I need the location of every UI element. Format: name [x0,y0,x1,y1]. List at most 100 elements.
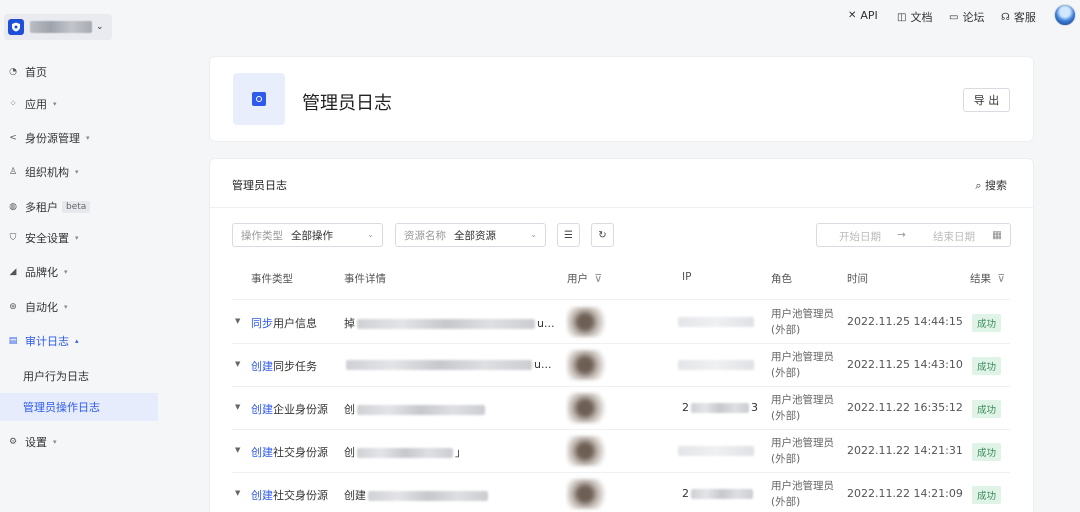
ip-text: 2 [682,401,689,414]
event-type: 同步用户信息 [251,315,317,331]
event-detail-text: u... [537,317,555,330]
event-type: 创建同步任务 [251,358,317,374]
user-avatar[interactable] [1054,4,1076,26]
table-row[interactable]: ▼ 创建企业身份源 创 23 用户池管理员 (外部) 2022.11.22 16:… [210,387,1035,430]
event-verb-link[interactable]: 同步 [251,317,273,330]
event-type: 创建社交身份源 [251,444,328,460]
apps-icon: ⁘ [9,99,17,109]
export-button[interactable]: 导 出 [963,88,1010,112]
user-avatar-redacted[interactable] [567,350,607,380]
table-row[interactable]: ▼ 同步用户信息 掉 u... 用户池管理员 (外部) 2022.11.25 14:… [210,301,1035,344]
sidebar-item-automation[interactable]: ⊛ 自动化 ▾ [0,293,158,321]
headset-icon: ☊ [1001,11,1010,23]
start-date-input[interactable]: 开始日期 [839,229,881,244]
refresh-icon: ↻ [598,229,607,241]
role-line: (外部) [771,367,801,379]
event-detail-text: u... [534,358,552,371]
expand-row-icon[interactable]: ▼ [235,317,240,325]
sidebar-item-label: 安全设置 [25,232,69,245]
role-line: 用户池管理员 [771,308,834,320]
event-time: 2022.11.22 14:21:09 [847,487,963,500]
sidebar-item-settings[interactable]: ⚙ 设置 ▾ [0,428,158,456]
page-title: 管理员日志 [302,93,392,114]
chevron-down-icon: ⌄ [96,22,104,32]
end-date-input[interactable]: 结束日期 [933,229,975,244]
support-link[interactable]: ☊ 客服 [1001,9,1036,25]
event-type: 创建企业身份源 [251,401,328,417]
sidebar-item-apps[interactable]: ⁘ 应用 ▾ [0,90,158,118]
sidebar-subitem-label: 用户行为日志 [23,370,89,383]
date-range-picker[interactable]: 开始日期 → 结束日期 ▦ [816,223,1011,247]
tenant-switcher[interactable]: ⌄ [4,14,112,40]
table-row[interactable]: ▼ 创建社交身份源 创建 2 用户池管理员 (外部) 2022.11.22 14:… [210,473,1035,512]
event-detail-text: 」 [455,446,466,459]
event-detail: 创 [344,401,487,417]
status-badge: 成功 [972,443,1002,461]
sidebar-item-label: 首页 [25,66,47,79]
sidebar-item-branding[interactable]: ◢ 品牌化 ▾ [0,258,158,286]
event-detail-text: 创 [344,446,355,459]
redacted-text [691,489,753,499]
filter-icon[interactable]: ⊽ [594,273,602,285]
expand-row-icon[interactable]: ▼ [235,489,240,497]
resource-name-select[interactable]: 资源名称 全部资源 ⌄ [395,223,546,247]
sidebar-item-organization[interactable]: ♙ 组织机构 ▾ [0,158,158,186]
redacted-text [691,403,749,413]
column-header-event-type: 事件类型 [251,273,293,285]
gear-icon: ⚙ [8,437,18,447]
expand-row-icon[interactable]: ▼ [235,446,240,454]
sidebar-item-identity-sources[interactable]: < 身份源管理 ▾ [0,124,158,152]
sidebar-item-audit-log[interactable]: ▤ 审计日志 ▴ [0,327,158,355]
expand-row-icon[interactable]: ▼ [235,360,240,368]
table-row[interactable]: ▼ 创建同步任务 u... 用户池管理员 (外部) 2022.11.25 14:4… [210,344,1035,387]
user-avatar-redacted[interactable] [567,479,607,509]
role-line: 用户池管理员 [771,437,834,449]
sidebar-item-home[interactable]: ◔ 首页 [0,58,158,86]
audit-log-icon: ▤ [8,336,18,346]
expand-row-icon[interactable]: ▼ [235,403,240,411]
event-detail-text: 掉 [344,317,355,330]
automation-icon: ⊛ [9,302,17,312]
search-button[interactable]: ⌕ 搜索 [975,177,1007,193]
user-avatar-redacted[interactable] [567,436,607,466]
event-verb-link[interactable]: 创建 [251,360,273,373]
event-object: 用户信息 [273,317,317,330]
forum-link[interactable]: ▭ 论坛 [949,9,984,25]
tenant-icon: ◍ [9,202,17,212]
chevron-down-icon: ▾ [64,268,68,276]
select-label: 操作类型 [241,229,283,242]
redacted-text [346,360,532,370]
role: 用户池管理员 (外部) [771,435,834,467]
event-detail-text: 创建 [344,489,366,502]
event-verb-link[interactable]: 创建 [251,403,273,416]
event-time: 2022.11.22 16:35:12 [847,401,963,414]
sidebar-subitem-admin-log[interactable]: 管理员操作日志 [0,393,158,421]
sidebar-subitem-user-behavior-log[interactable]: 用户行为日志 [0,362,158,390]
sidebar-item-label: 设置 [25,436,47,449]
user-avatar-redacted[interactable] [567,307,607,337]
api-link-label: API [860,9,878,22]
org-icon: ♙ [8,167,18,177]
operation-type-select[interactable]: 操作类型 全部操作 ⌄ [232,223,383,247]
event-verb-link[interactable]: 创建 [251,446,273,459]
user-avatar-redacted[interactable] [567,393,607,423]
tenant-logo-icon [8,19,24,35]
column-header-result[interactable]: 结果 ⊽ [970,271,1005,286]
docs-link-label: 文档 [910,11,933,24]
docs-link[interactable]: ◫ 文档 [897,9,932,25]
column-header-label: 用户 [567,273,588,285]
search-icon: ⌕ [975,179,982,192]
role: 用户池管理员 (外部) [771,392,834,424]
event-time: 2022.11.25 14:44:15 [847,315,963,328]
sidebar-item-security[interactable]: ⛉ 安全设置 ▾ [0,224,158,252]
table-row[interactable]: ▼ 创建社交身份源 创」 用户池管理员 (外部) 2022.11.22 14:21… [210,430,1035,473]
status-badge: 成功 [972,357,1002,375]
api-link[interactable]: ✕ API [848,9,878,22]
column-header-user[interactable]: 用户 ⊽ [567,271,602,286]
event-verb-link[interactable]: 创建 [251,489,273,502]
column-settings-button[interactable]: ☰ [557,223,580,247]
chevron-down-icon: ▾ [75,168,79,176]
sidebar-item-multi-tenant[interactable]: ◍ 多租户 beta [0,193,158,221]
refresh-button[interactable]: ↻ [591,223,614,247]
filter-icon[interactable]: ⊽ [997,273,1005,285]
